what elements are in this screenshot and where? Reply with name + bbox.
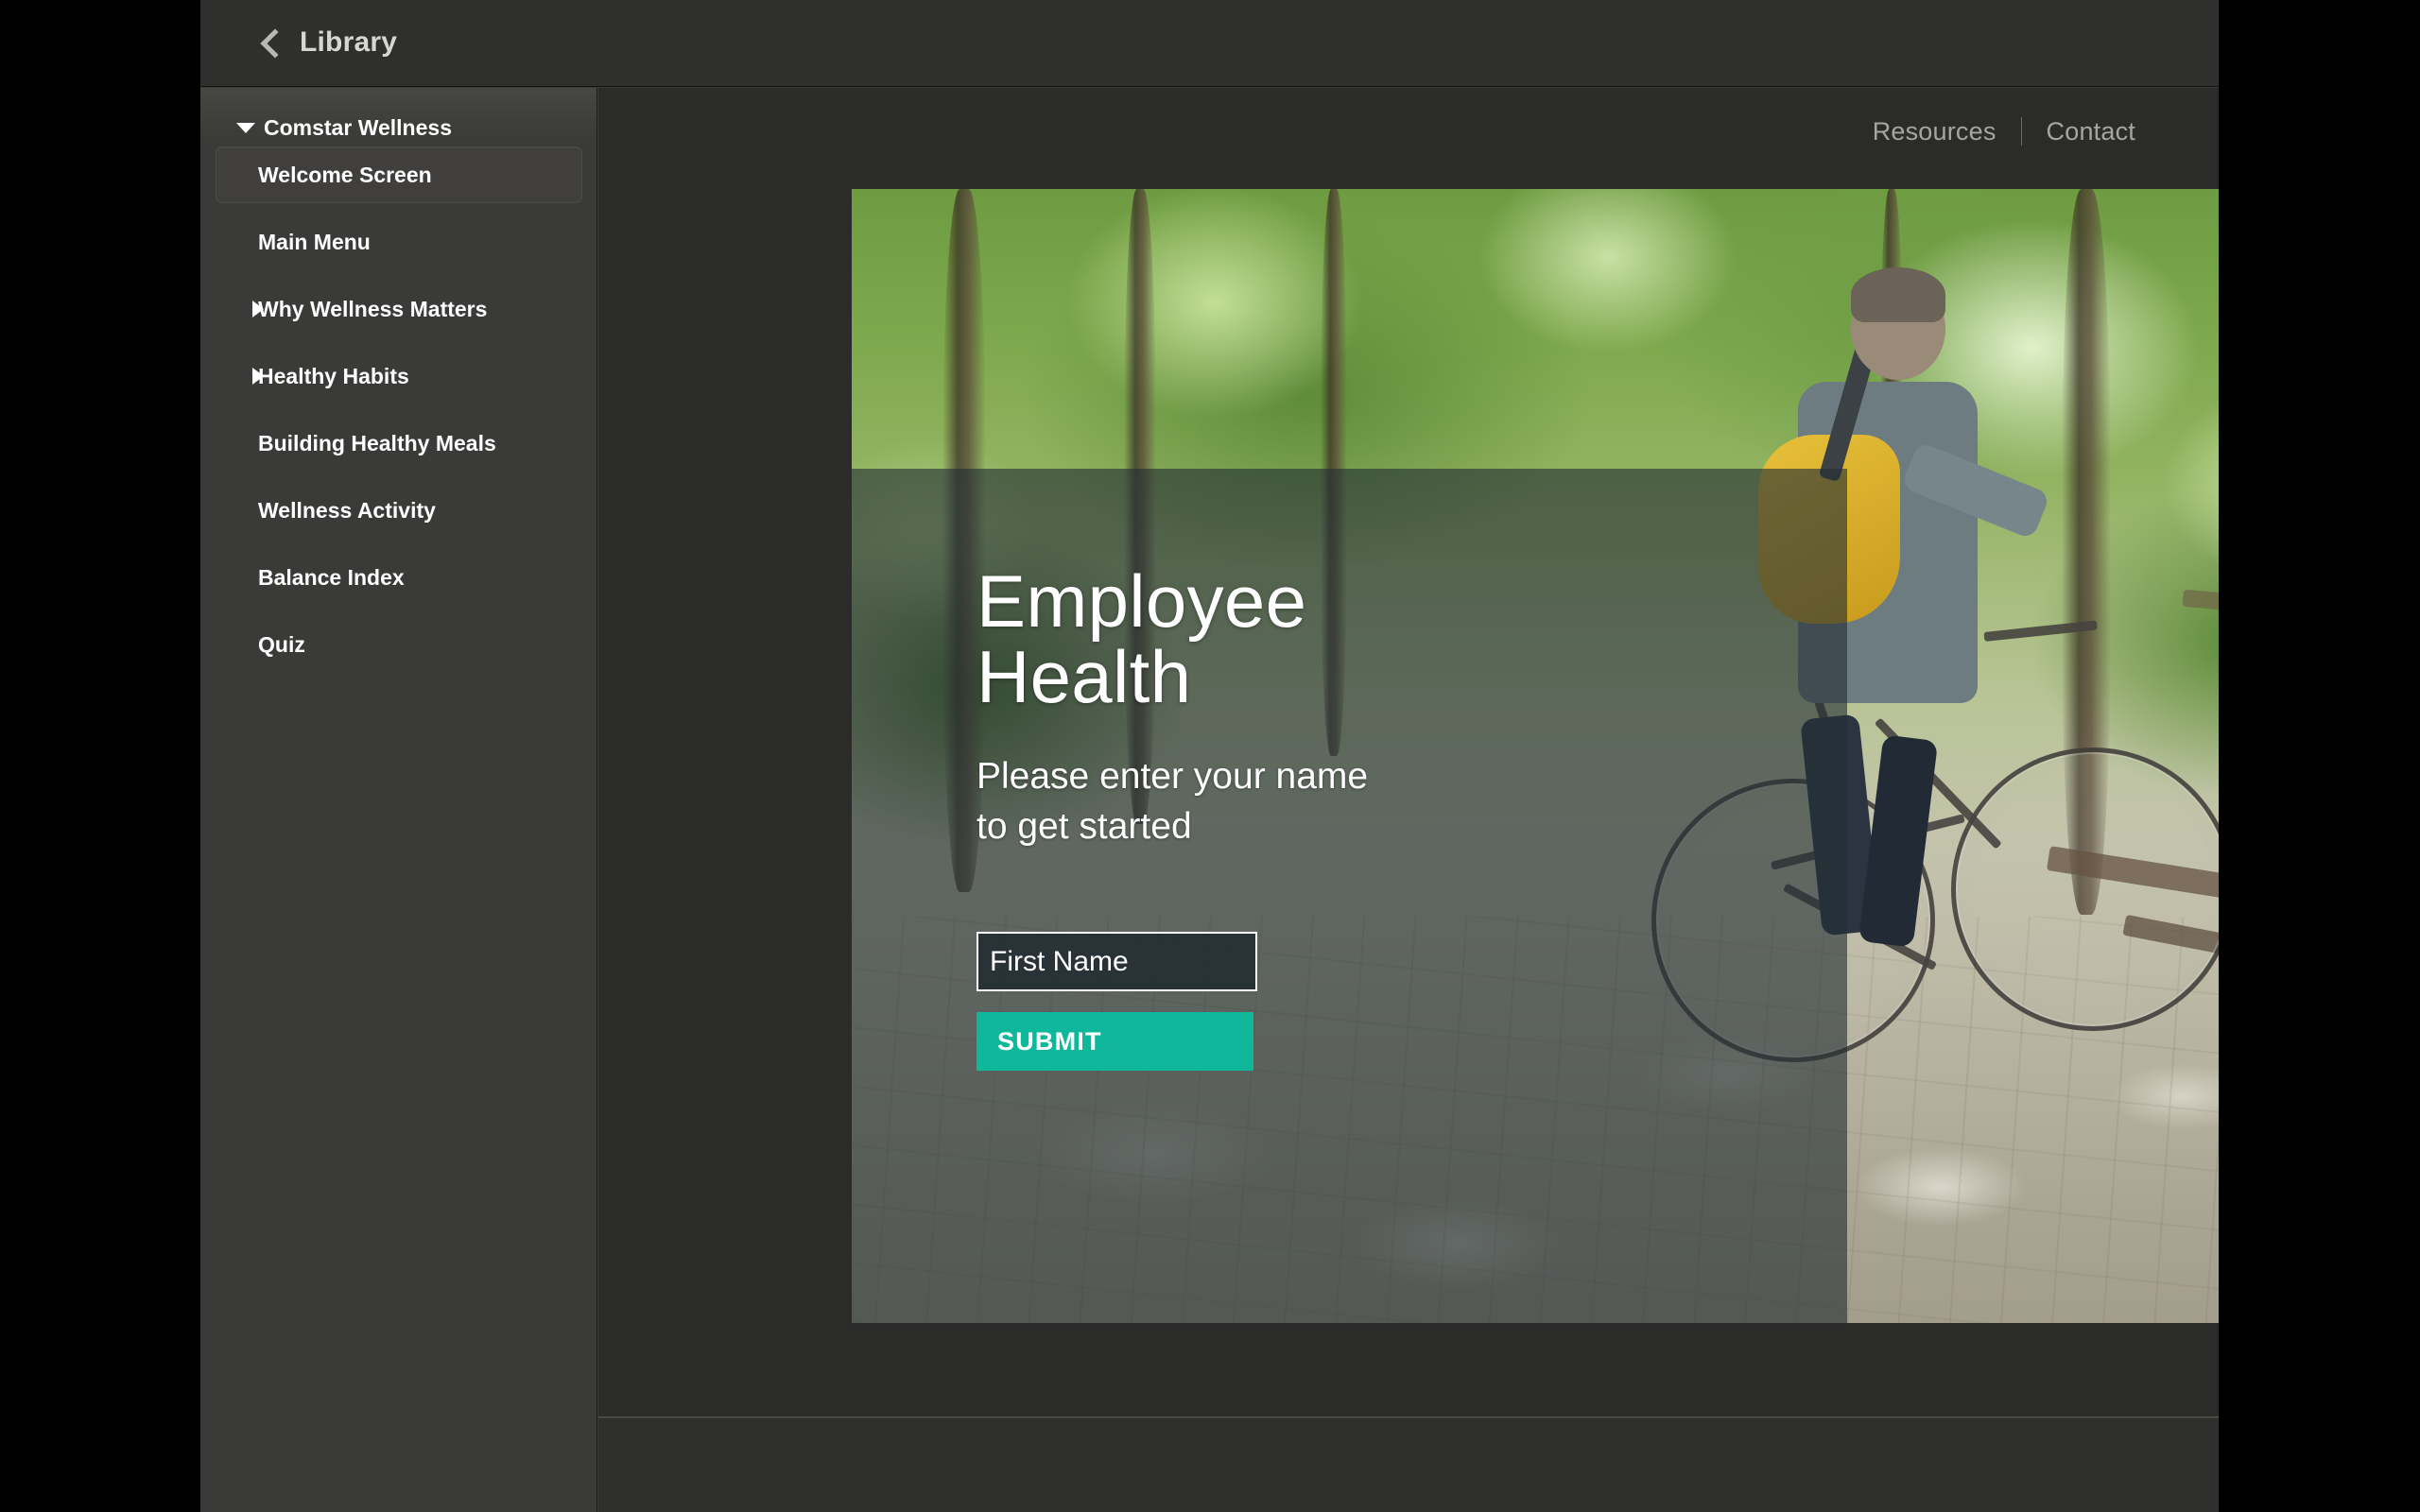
- chevron-left-icon: [260, 27, 290, 59]
- sidebar-item-label: Healthy Habits: [258, 363, 409, 388]
- sidebar-item-balance-index[interactable]: Balance Index: [216, 549, 582, 606]
- sidebar-item-label: Wellness Activity: [258, 497, 436, 523]
- sidebar-item-why-wellness-matters[interactable]: Why Wellness Matters: [216, 281, 582, 337]
- triangle-right-icon[interactable]: [252, 368, 264, 385]
- slide-title-line-2: Health: [977, 635, 1192, 719]
- content-footer: [598, 1418, 2219, 1512]
- bicycle-handlebar: [1983, 620, 2098, 643]
- sidebar-item-label: Welcome Screen: [258, 162, 432, 187]
- slide-subtitle: Please enter your name to get started: [977, 756, 1369, 847]
- slide-title-line-1: Employee: [977, 559, 1307, 643]
- submit-button[interactable]: SUBMIT: [977, 1012, 1253, 1071]
- course-navigation: Resources Contact: [1848, 109, 2160, 154]
- sidebar-item-healthy-habits[interactable]: Healthy Habits: [216, 348, 582, 404]
- course-outline-tree: Comstar Wellness Welcome Screen Main Men…: [200, 88, 596, 683]
- sidebar-item-label: Building Healthy Meals: [258, 430, 496, 455]
- bicycle-front-wheel: [1950, 747, 2219, 1031]
- triangle-down-icon[interactable]: [236, 122, 255, 133]
- sidebar-item-label: Balance Index: [258, 564, 405, 590]
- sidebar[interactable]: Comstar Wellness Welcome Screen Main Men…: [200, 88, 597, 1512]
- sidebar-item-main-menu[interactable]: Main Menu: [216, 214, 582, 270]
- sidebar-item-building-healthy-meals[interactable]: Building Healthy Meals: [216, 415, 582, 472]
- application-window: Library Comstar Wellness Welcome Screen …: [200, 0, 2219, 1512]
- back-to-library-label: Library: [300, 26, 398, 58]
- sidebar-item-label: Why Wellness Matters: [258, 296, 488, 321]
- back-to-library-button[interactable]: Library: [257, 13, 405, 72]
- nav-link-contact[interactable]: Contact: [2022, 109, 2160, 154]
- tree-root-comstar-wellness[interactable]: Comstar Wellness: [200, 109, 596, 146]
- triangle-right-icon[interactable]: [252, 301, 264, 318]
- nav-link-resources[interactable]: Resources: [1848, 109, 2021, 154]
- top-bar: Library: [200, 0, 2219, 87]
- slide-title: Employee Health: [977, 563, 1638, 715]
- sidebar-item-wellness-activity[interactable]: Wellness Activity: [216, 482, 582, 539]
- sidebar-item-quiz[interactable]: Quiz: [216, 616, 582, 673]
- tree-root-label: Comstar Wellness: [264, 114, 452, 140]
- sidebar-item-label: Quiz: [258, 631, 305, 657]
- screen: Library Comstar Wellness Welcome Screen …: [0, 0, 2420, 1512]
- first-name-input[interactable]: [977, 932, 1257, 991]
- sidebar-item-welcome-screen[interactable]: Welcome Screen: [216, 146, 582, 203]
- slide-copy-block: Employee Health Please enter your name to…: [977, 469, 1695, 1324]
- rider-hair: [1851, 267, 1946, 323]
- sidebar-item-label: Main Menu: [258, 229, 371, 254]
- course-content-panel: Resources Contact Employee Health Please…: [598, 88, 2219, 1418]
